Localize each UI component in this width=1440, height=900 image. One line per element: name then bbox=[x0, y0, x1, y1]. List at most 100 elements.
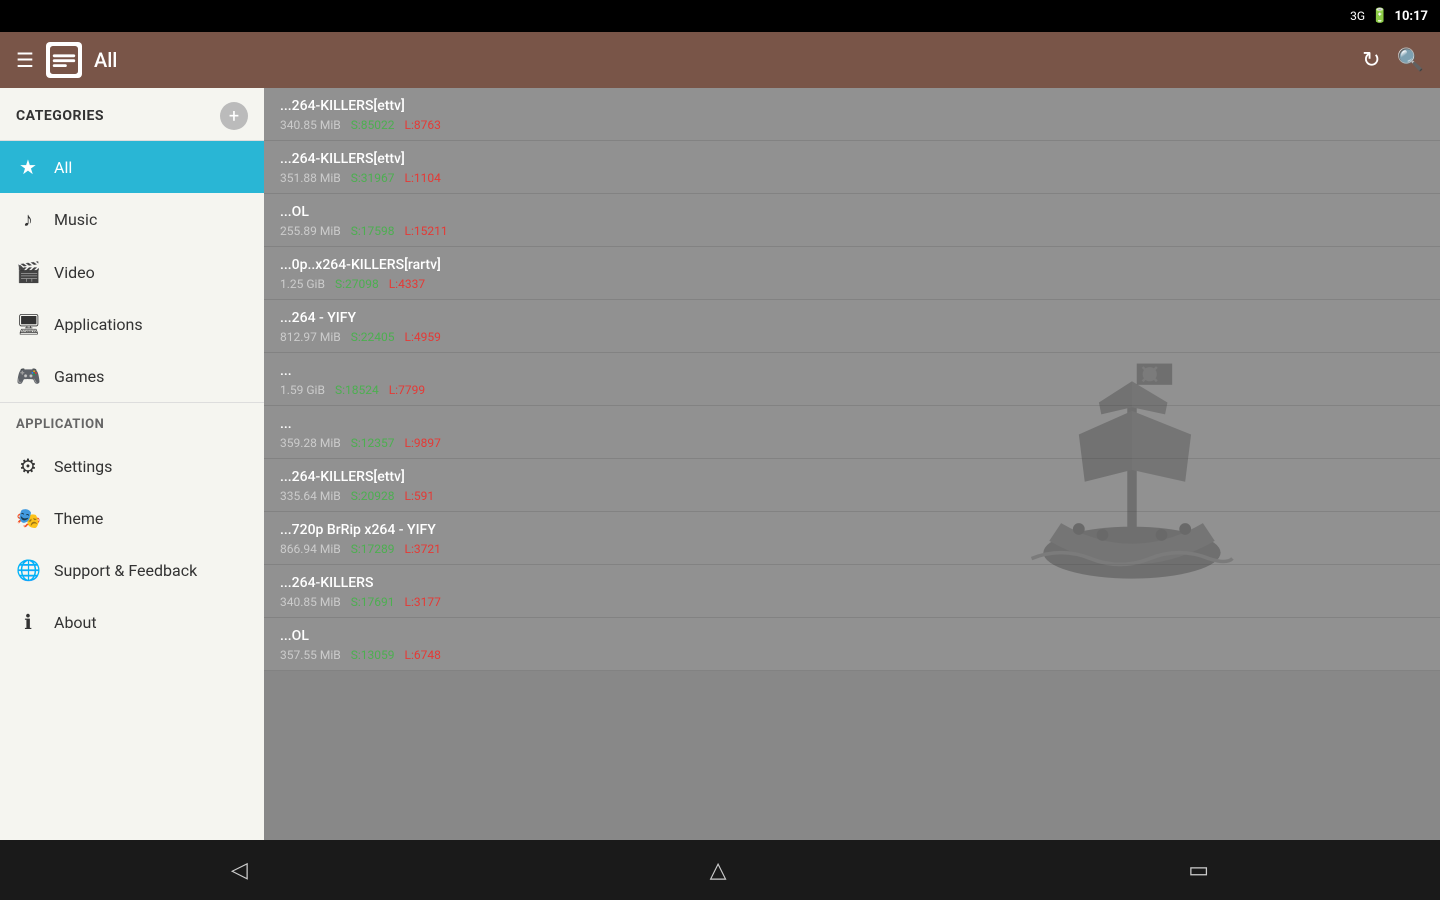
categories-label: CATEGORIES bbox=[16, 108, 104, 124]
battery-icon: 🔋 bbox=[1371, 8, 1388, 24]
torrent-meta: 340.85 MiB S:17691 L:3177 bbox=[280, 595, 1424, 609]
torrent-seeders: S:20928 bbox=[351, 489, 395, 503]
torrent-title: ...720p BrRip x264 - YIFY bbox=[280, 522, 1424, 538]
torrent-seeders: S:17598 bbox=[351, 224, 395, 238]
add-category-button[interactable]: + bbox=[220, 102, 248, 130]
sidebar-item-settings[interactable]: ⚙ Settings bbox=[0, 440, 264, 492]
torrent-leechers: L:1104 bbox=[405, 171, 441, 185]
torrent-meta: 255.89 MiB S:17598 L:15211 bbox=[280, 224, 1424, 238]
sidebar: CATEGORIES + ★ All ♪ Music 🎬 Video 🖥 App… bbox=[0, 88, 264, 840]
torrent-title: ...OL bbox=[280, 204, 1424, 220]
torrent-size: 351.88 MiB bbox=[280, 171, 341, 185]
music-icon: ♪ bbox=[16, 207, 40, 232]
torrent-item[interactable]: ...OL 255.89 MiB S:17598 L:15211 bbox=[264, 194, 1440, 247]
torrent-leechers: L:6748 bbox=[405, 648, 441, 662]
toolbar-icons: ↻ 🔍 bbox=[1362, 48, 1424, 73]
sidebar-item-all[interactable]: ★ All bbox=[0, 141, 264, 193]
torrent-item[interactable]: ... 359.28 MiB S:12357 L:9897 bbox=[264, 406, 1440, 459]
torrent-list: ...264-KILLERS[ettv] 340.85 MiB S:85022 … bbox=[264, 88, 1440, 671]
torrent-leechers: L:4337 bbox=[389, 277, 425, 291]
torrent-meta: 335.64 MiB S:20928 L:591 bbox=[280, 489, 1424, 503]
torrent-size: 866.94 MiB bbox=[280, 542, 341, 556]
torrent-item[interactable]: ...0p..x264-KILLERS[rartv] 1.25 GiB S:27… bbox=[264, 247, 1440, 300]
search-icon[interactable]: 🔍 bbox=[1397, 48, 1424, 73]
torrent-item[interactable]: ...264 - YIFY 812.97 MiB S:22405 L:4959 bbox=[264, 300, 1440, 353]
star-icon: ★ bbox=[16, 155, 40, 179]
sidebar-item-settings-label: Settings bbox=[54, 457, 112, 476]
recents-icon: ▭ bbox=[1188, 858, 1209, 883]
sidebar-item-games[interactable]: 🎮 Games bbox=[0, 350, 264, 402]
torrent-item[interactable]: ...264-KILLERS[ettv] 351.88 MiB S:31967 … bbox=[264, 141, 1440, 194]
sidebar-item-applications[interactable]: 🖥 Applications bbox=[0, 298, 264, 350]
torrent-title: ...OL bbox=[280, 628, 1424, 644]
sidebar-item-about[interactable]: ℹ About bbox=[0, 596, 264, 648]
torrent-size: 255.89 MiB bbox=[280, 224, 341, 238]
sidebar-item-theme[interactable]: 🎭 Theme bbox=[0, 492, 264, 544]
home-button[interactable]: △ bbox=[670, 850, 767, 891]
torrent-item[interactable]: ...720p BrRip x264 - YIFY 866.94 MiB S:1… bbox=[264, 512, 1440, 565]
torrent-leechers: L:591 bbox=[405, 489, 435, 503]
torrent-size: 340.85 MiB bbox=[280, 595, 341, 609]
torrent-item[interactable]: ...OL 357.55 MiB S:13059 L:6748 bbox=[264, 618, 1440, 671]
content-area: ...264-KILLERS[ettv] 340.85 MiB S:85022 … bbox=[264, 88, 1440, 840]
torrent-seeders: S:27098 bbox=[335, 277, 379, 291]
back-button[interactable]: ◁ bbox=[191, 850, 288, 891]
torrent-meta: 812.97 MiB S:22405 L:4959 bbox=[280, 330, 1424, 344]
torrent-leechers: L:8763 bbox=[405, 118, 441, 132]
torrent-size: 1.59 GiB bbox=[280, 383, 325, 397]
sidebar-item-video[interactable]: 🎬 Video bbox=[0, 246, 264, 298]
torrent-leechers: L:3721 bbox=[405, 542, 441, 556]
torrent-seeders: S:18524 bbox=[335, 383, 379, 397]
torrent-size: 812.97 MiB bbox=[280, 330, 341, 344]
video-icon: 🎬 bbox=[16, 260, 40, 284]
main-content: CATEGORIES + ★ All ♪ Music 🎬 Video 🖥 App… bbox=[0, 88, 1440, 840]
back-icon: ◁ bbox=[231, 858, 248, 883]
sidebar-item-music[interactable]: ♪ Music bbox=[0, 193, 264, 246]
torrent-item[interactable]: ... 1.59 GiB S:18524 L:7799 bbox=[264, 353, 1440, 406]
torrent-leechers: L:3177 bbox=[405, 595, 441, 609]
torrent-item[interactable]: ...264-KILLERS[ettv] 335.64 MiB S:20928 … bbox=[264, 459, 1440, 512]
torrent-leechers: L:7799 bbox=[389, 383, 425, 397]
sidebar-item-all-label: All bbox=[54, 158, 72, 177]
sidebar-item-support-label: Support & Feedback bbox=[54, 561, 197, 580]
torrent-title: ...264 - YIFY bbox=[280, 310, 1424, 326]
sidebar-item-music-label: Music bbox=[54, 210, 97, 229]
torrent-meta: 359.28 MiB S:12357 L:9897 bbox=[280, 436, 1424, 450]
info-icon: ℹ bbox=[16, 610, 40, 634]
home-icon: △ bbox=[710, 858, 727, 883]
torrent-item[interactable]: ...264-KILLERS[ettv] 340.85 MiB S:85022 … bbox=[264, 88, 1440, 141]
torrent-seeders: S:12357 bbox=[351, 436, 395, 450]
torrent-leechers: L:4959 bbox=[405, 330, 441, 344]
application-section-title: APPLICATION bbox=[0, 402, 264, 440]
sidebar-header: CATEGORIES + bbox=[0, 88, 264, 141]
torrent-title: ... bbox=[280, 416, 1424, 432]
torrent-title: ...264-KILLERS bbox=[280, 575, 1424, 591]
app-bar: ☰ All ↻ 🔍 bbox=[0, 32, 1440, 88]
torrent-title: ...0p..x264-KILLERS[rartv] bbox=[280, 257, 1424, 273]
torrent-meta: 357.55 MiB S:13059 L:6748 bbox=[280, 648, 1424, 662]
torrent-seeders: S:17289 bbox=[351, 542, 395, 556]
support-icon: 🌐 bbox=[16, 558, 40, 582]
torrent-size: 335.64 MiB bbox=[280, 489, 341, 503]
sidebar-item-support[interactable]: 🌐 Support & Feedback bbox=[0, 544, 264, 596]
torrent-size: 1.25 GiB bbox=[280, 277, 325, 291]
torrent-leechers: L:15211 bbox=[405, 224, 448, 238]
torrent-seeders: S:31967 bbox=[351, 171, 395, 185]
torrent-size: 357.55 MiB bbox=[280, 648, 341, 662]
sidebar-item-applications-label: Applications bbox=[54, 315, 143, 334]
torrent-seeders: S:13059 bbox=[351, 648, 395, 662]
torrent-item[interactable]: ...264-KILLERS 340.85 MiB S:17691 L:3177 bbox=[264, 565, 1440, 618]
torrent-meta: 340.85 MiB S:85022 L:8763 bbox=[280, 118, 1424, 132]
bottom-nav-bar: ◁ △ ▭ bbox=[0, 840, 1440, 900]
app-logo bbox=[46, 42, 82, 78]
refresh-icon[interactable]: ↻ bbox=[1362, 48, 1380, 73]
sidebar-item-theme-label: Theme bbox=[54, 509, 103, 528]
signal-indicator: 3G bbox=[1350, 9, 1365, 23]
hamburger-icon[interactable]: ☰ bbox=[16, 48, 34, 72]
games-icon: 🎮 bbox=[16, 364, 40, 388]
torrent-seeders: S:85022 bbox=[351, 118, 395, 132]
torrent-seeders: S:17691 bbox=[351, 595, 395, 609]
status-bar: 3G 🔋 10:17 bbox=[0, 0, 1440, 32]
recents-button[interactable]: ▭ bbox=[1148, 850, 1249, 891]
torrent-leechers: L:9897 bbox=[405, 436, 441, 450]
